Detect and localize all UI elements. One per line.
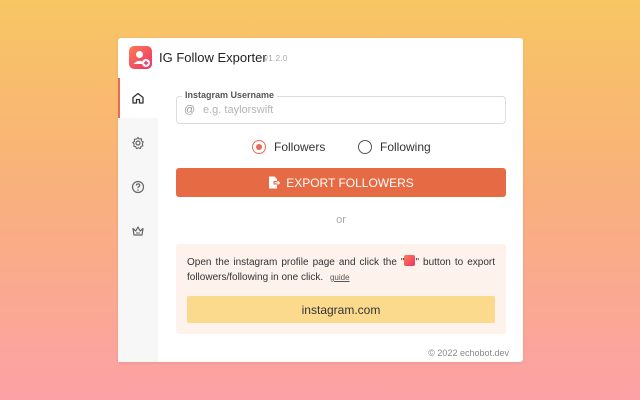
footer-copyright: © 2022 echobot.dev — [428, 348, 509, 358]
radio-followers-circle[interactable] — [252, 140, 266, 154]
export-button-label: EXPORT FOLLOWERS — [286, 175, 414, 190]
username-input[interactable] — [203, 102, 493, 118]
info-text: Open the instagram profile page and clic… — [187, 255, 495, 285]
app-title: IG Follow Exporter — [159, 50, 267, 65]
crown-icon — [132, 226, 144, 236]
info-card: Open the instagram profile page and clic… — [176, 244, 506, 334]
app-mini-icon — [404, 255, 416, 266]
gear-icon — [132, 136, 144, 150]
sidebar-item-settings[interactable] — [118, 123, 158, 163]
radio-following-label: Following — [380, 140, 431, 154]
at-prefix: @ — [184, 104, 196, 116]
help-icon — [131, 180, 145, 194]
extension-popup: IG Follow Exporter v1.2.0 Instagram User… — [118, 38, 523, 362]
sidebar-item-home[interactable] — [118, 78, 158, 118]
radio-followers[interactable]: Followers — [252, 139, 332, 155]
home-icon — [132, 92, 144, 104]
radio-followers-label: Followers — [274, 140, 326, 154]
header: IG Follow Exporter v1.2.0 — [118, 38, 523, 78]
or-divider-text: or — [336, 214, 346, 226]
sidebar-item-help[interactable] — [118, 167, 158, 207]
username-field-label: Instagram Username — [182, 90, 278, 100]
app-logo-icon — [129, 46, 152, 69]
radio-following[interactable]: Following — [358, 139, 438, 155]
instagram-button[interactable]: instagram.com — [187, 296, 495, 323]
export-followers-button[interactable]: EXPORT FOLLOWERS — [176, 168, 506, 197]
radio-following-circle[interactable] — [358, 140, 372, 154]
guide-link[interactable]: guide — [330, 273, 350, 282]
app-version: v1.2.0 — [264, 54, 288, 63]
export-file-icon — [269, 176, 281, 189]
info-text-before: Open the instagram profile page and clic… — [187, 257, 405, 268]
